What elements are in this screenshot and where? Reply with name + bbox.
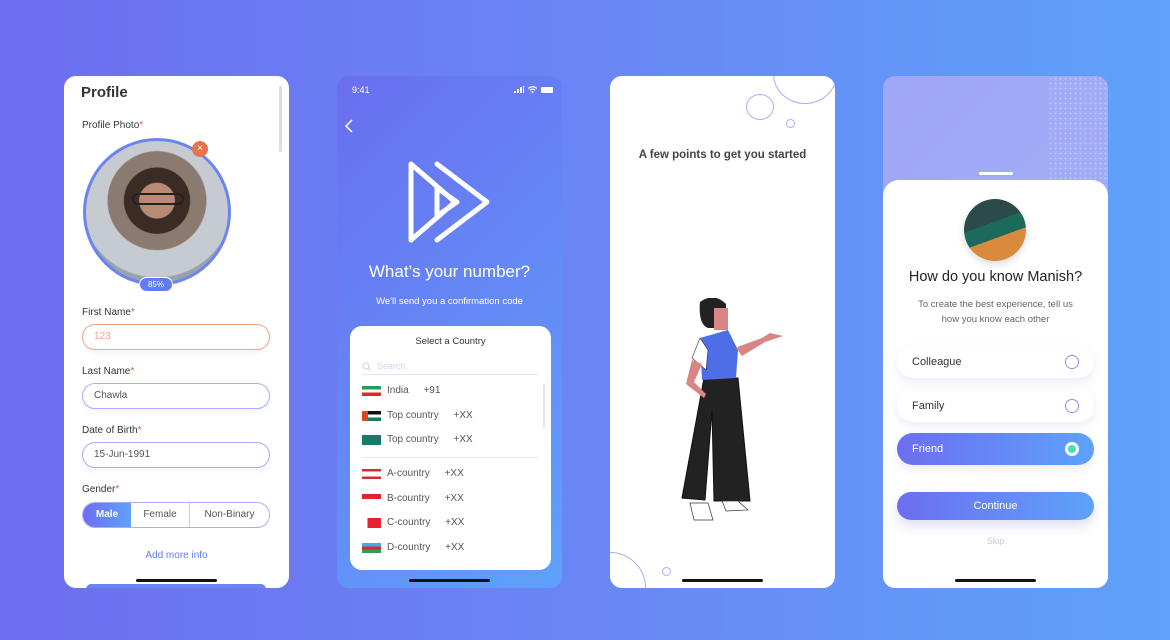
phone-title: What’s your number? — [368, 262, 531, 281]
upload-progress-badge: 85% — [139, 277, 173, 292]
last-name-input[interactable]: Chawla — [82, 383, 270, 409]
wifi-icon — [528, 86, 537, 93]
continue-button[interactable]: Continue — [897, 492, 1094, 520]
divider — [362, 457, 538, 458]
add-more-info-link[interactable]: Add more info — [64, 550, 289, 561]
first-name-input[interactable]: 123 — [82, 324, 270, 350]
profile-screen: Profile Profile Photo* × 85% First Name*… — [64, 76, 289, 588]
gender-segmented-control: Male Female Non-Binary — [82, 502, 270, 528]
last-name-label: Last Name* — [82, 366, 135, 377]
home-indicator — [136, 579, 217, 582]
country-row[interactable]: D-country +XX — [362, 542, 464, 553]
radio-unselected[interactable] — [1065, 355, 1079, 369]
country-row[interactable]: A-country +XX — [362, 468, 464, 479]
search-icon — [362, 362, 371, 371]
sheet-handle[interactable] — [979, 172, 1013, 175]
phone-number-screen: 9:41 What’s your number? We'll send you … — [337, 76, 562, 588]
decor-circle — [746, 94, 774, 120]
country-search[interactable]: Search — [362, 358, 538, 375]
flag-icon — [362, 517, 381, 528]
page-title: Profile — [81, 84, 128, 101]
country-row[interactable]: India +91 — [362, 385, 440, 396]
skip-link[interactable]: Skip — [883, 536, 1108, 546]
remove-photo-button[interactable]: × — [192, 141, 208, 157]
signal-icon — [514, 86, 524, 93]
decor-circle — [610, 552, 646, 588]
flag-icon — [362, 434, 381, 445]
intro-screen: A few points to get you started — [610, 76, 835, 588]
search-placeholder: Search — [377, 361, 406, 371]
status-icons — [514, 86, 554, 93]
first-name-label: First Name* — [82, 307, 135, 318]
option-friend[interactable]: Friend — [897, 433, 1094, 465]
profile-photo-label: Profile Photo* — [82, 120, 144, 131]
app-logo-icon — [408, 161, 490, 243]
decor-circle — [662, 567, 671, 576]
country-row[interactable]: C-country +XX — [362, 517, 464, 528]
flag-icon — [362, 493, 381, 504]
home-indicator — [409, 579, 490, 582]
gender-male[interactable]: Male — [83, 503, 131, 527]
home-indicator — [682, 579, 763, 582]
scrollbar[interactable] — [279, 86, 282, 152]
contact-avatar — [964, 199, 1026, 261]
list-scrollbar[interactable] — [543, 384, 545, 428]
radio-selected[interactable] — [1065, 442, 1079, 456]
next-button-partial[interactable] — [86, 584, 266, 588]
flag-icon — [362, 468, 381, 479]
dob-label: Date of Birth* — [82, 425, 142, 436]
relation-screen: How do you know Manish? To create the be… — [883, 76, 1108, 588]
gender-non-binary[interactable]: Non-Binary — [190, 503, 269, 527]
dob-input[interactable]: 15-Jun-1991 — [82, 442, 270, 468]
back-chevron-icon[interactable] — [343, 118, 355, 134]
glasses-detail — [132, 193, 184, 205]
flag-icon — [362, 542, 381, 553]
country-picker: Select a Country Search India +91 Top co… — [350, 326, 551, 570]
picker-title: Select a Country — [415, 336, 486, 347]
home-indicator — [955, 579, 1036, 582]
radio-unselected[interactable] — [1065, 399, 1079, 413]
person-illustration — [681, 298, 783, 521]
decor-circle — [786, 119, 795, 128]
gender-female[interactable]: Female — [131, 503, 190, 527]
flag-icon — [362, 410, 381, 421]
country-row[interactable]: B-country +XX — [362, 493, 464, 504]
relation-title: How do you know Manish? — [908, 269, 1083, 285]
option-colleague[interactable]: Colleague — [897, 346, 1094, 378]
intro-title: A few points to get you started — [638, 149, 807, 161]
battery-icon — [541, 87, 553, 93]
phone-subtitle: We'll send you a confirmation code — [376, 296, 523, 307]
dot-pattern — [1048, 76, 1108, 180]
profile-photo[interactable] — [83, 138, 231, 286]
country-row[interactable]: Top country +XX — [362, 410, 473, 421]
flag-icon — [362, 385, 381, 396]
status-time: 9:41 — [352, 85, 370, 95]
country-row[interactable]: Top country +XX — [362, 434, 473, 445]
option-family[interactable]: Family — [897, 390, 1094, 422]
decor-circle — [773, 76, 835, 104]
relation-subtitle: To create the best experience, tell us ho… — [918, 299, 1073, 325]
gender-label: Gender* — [82, 484, 120, 495]
